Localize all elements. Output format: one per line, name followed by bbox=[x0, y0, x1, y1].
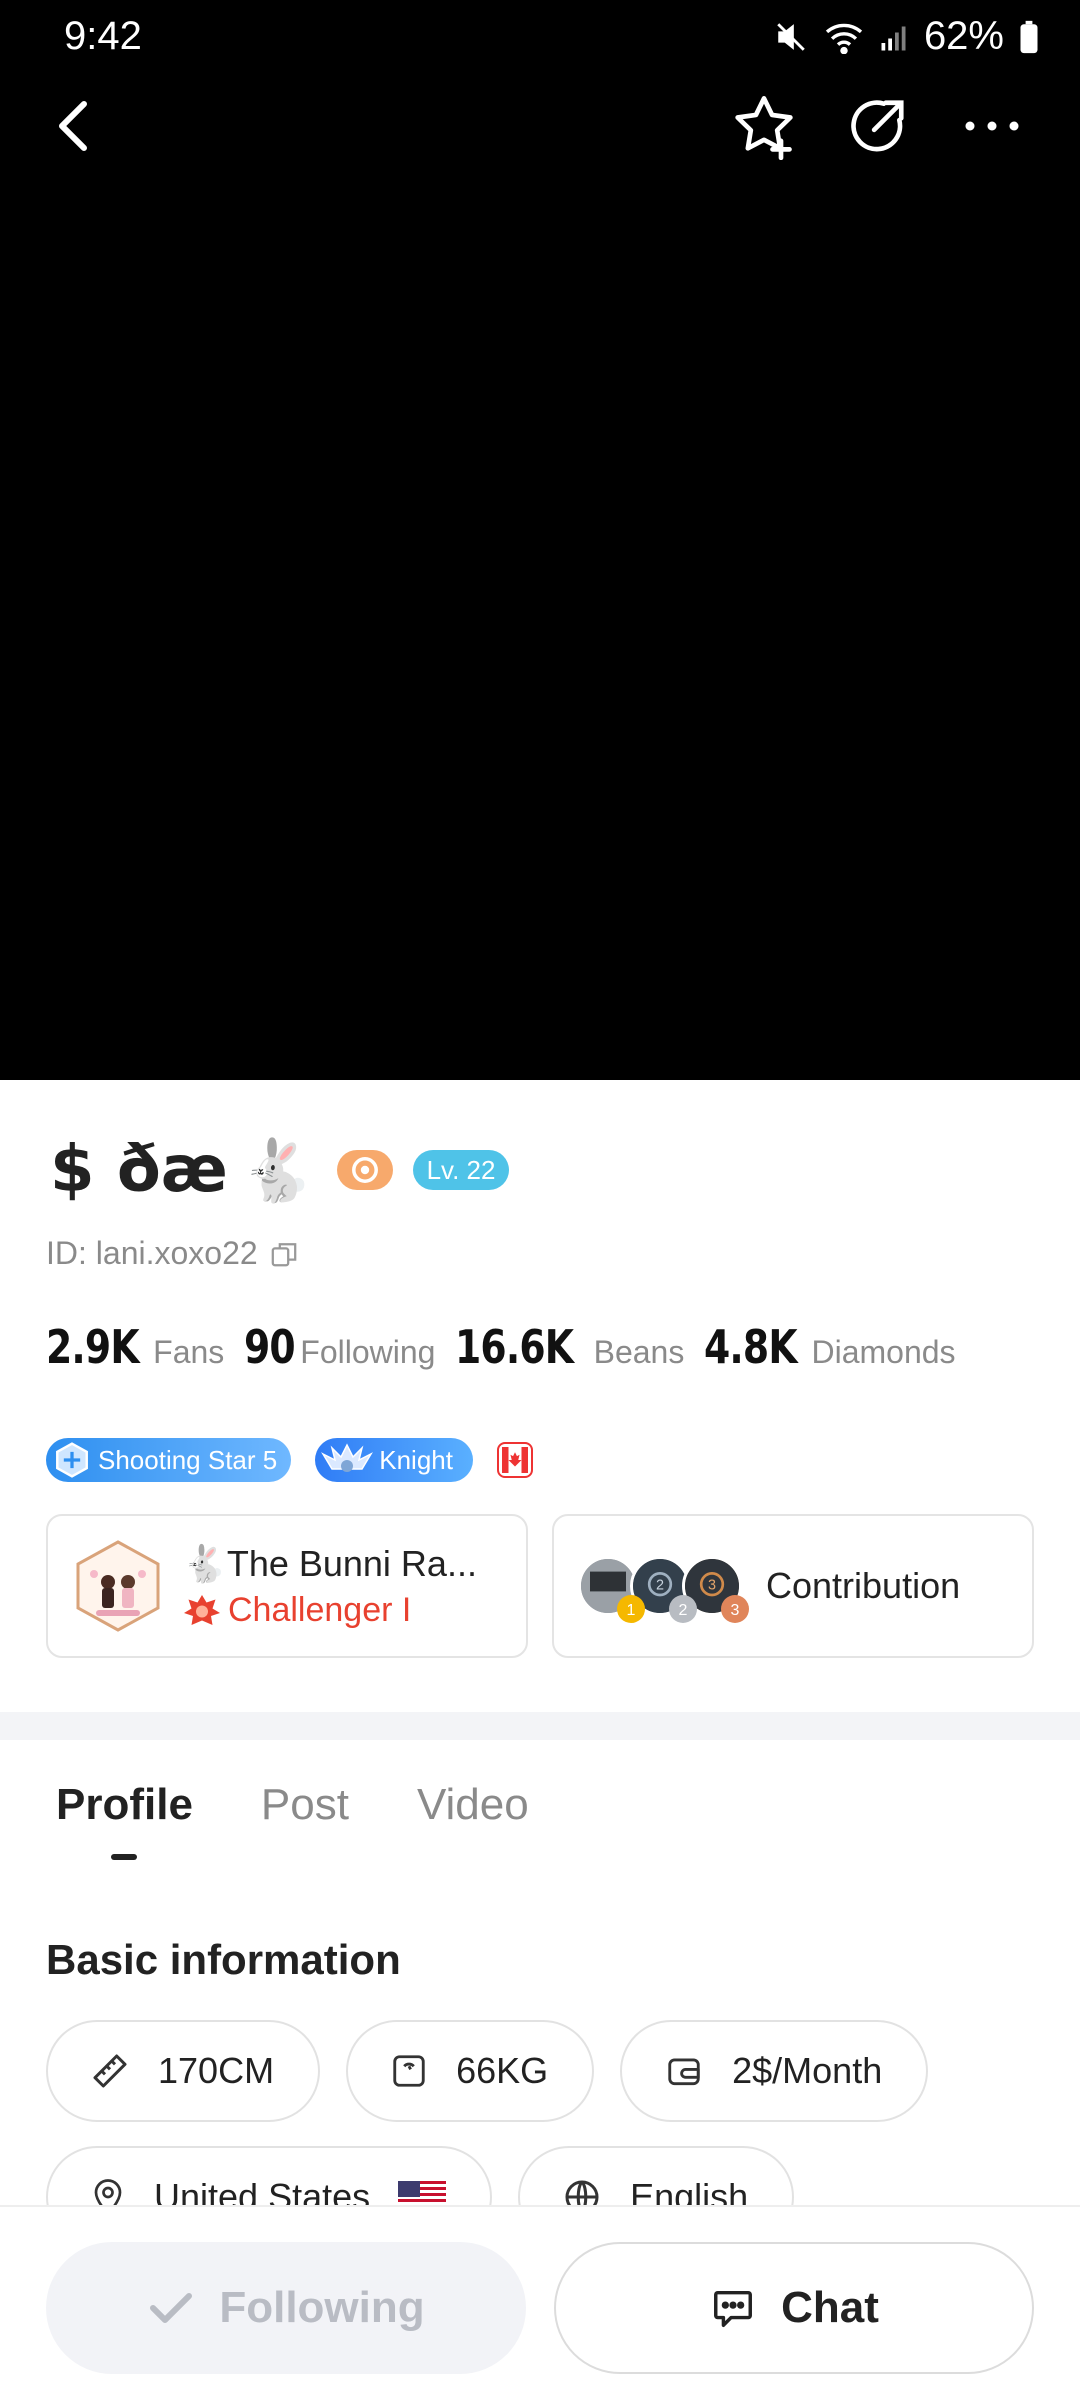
rank-1-medal-icon: 1 bbox=[617, 1595, 645, 1623]
copy-icon[interactable] bbox=[270, 1240, 298, 1268]
profile-emoji: 🐇 bbox=[239, 1136, 315, 1204]
star-plus-icon bbox=[735, 96, 793, 160]
svg-text:2: 2 bbox=[679, 1602, 688, 1619]
profile-tabs: Profile Post Video bbox=[56, 1780, 529, 1830]
profile-id: ID: lani.xoxo22 bbox=[46, 1235, 258, 1271]
status-time: 9:42 bbox=[64, 14, 142, 58]
shooting-star-icon bbox=[56, 1442, 88, 1478]
tab-profile[interactable]: Profile bbox=[56, 1780, 193, 1830]
ruler-icon bbox=[93, 2054, 127, 2088]
stat-diamonds-value[interactable]: 4.8K bbox=[704, 1320, 798, 1374]
family-rank: Challenger I bbox=[228, 1590, 412, 1629]
more-options-button[interactable] bbox=[952, 86, 1032, 166]
knight-helmet-icon bbox=[321, 1443, 374, 1472]
stats-row: 2.9K Fans 90 Following 16.6K Beans 4.8K … bbox=[46, 1320, 976, 1374]
canada-flag-icon bbox=[496, 1442, 533, 1478]
scale-icon bbox=[393, 2055, 425, 2087]
stat-following-label[interactable]: Following bbox=[300, 1334, 435, 1371]
status-badge-icon bbox=[336, 1150, 393, 1190]
more-dots-icon bbox=[965, 121, 1019, 131]
rank-3-medal-icon: 3 bbox=[721, 1595, 749, 1623]
chat-button-label: Chat bbox=[781, 2283, 879, 2332]
height-chip: 170CM bbox=[46, 2020, 321, 2122]
wifi-icon bbox=[825, 23, 863, 54]
stat-diamonds-label[interactable]: Diamonds bbox=[811, 1334, 955, 1371]
shooting-star-label: Shooting Star 5 bbox=[98, 1444, 278, 1475]
chat-bubble-icon bbox=[714, 2290, 753, 2327]
wallet-icon bbox=[668, 2058, 700, 2086]
basic-info-title: Basic information bbox=[46, 1936, 401, 1983]
checkmark-icon bbox=[150, 2293, 193, 2323]
following-button-label: Following bbox=[219, 2283, 425, 2332]
contribution-card[interactable]: 2 3 1 2 3 Contribution bbox=[552, 1514, 1034, 1658]
stat-beans-value[interactable]: 16.6K bbox=[455, 1320, 574, 1374]
contribution-label: Contribution bbox=[766, 1565, 961, 1606]
status-icons: 62% bbox=[774, 14, 1040, 59]
challenger-rank-icon bbox=[184, 1595, 220, 1625]
back-button[interactable] bbox=[34, 86, 114, 166]
mute-icon bbox=[777, 22, 805, 51]
knight-badge[interactable]: Knight bbox=[315, 1438, 473, 1482]
share-button[interactable] bbox=[838, 86, 918, 166]
family-card[interactable]: 🐇The Bunni Ra... Challenger I bbox=[46, 1514, 528, 1658]
weight-chip: 66KG bbox=[346, 2020, 595, 2122]
badge-row: Shooting Star 5 Knight bbox=[46, 1438, 533, 1482]
top-navigation bbox=[0, 86, 1080, 166]
following-button[interactable]: Following bbox=[46, 2242, 526, 2374]
tab-post[interactable]: Post bbox=[261, 1780, 349, 1830]
level-badge: Lv. 22 bbox=[412, 1150, 510, 1190]
height-value: 170CM bbox=[158, 2050, 275, 2091]
svg-text:3: 3 bbox=[731, 1602, 740, 1619]
section-divider bbox=[0, 1712, 1080, 1740]
tab-video[interactable]: Video bbox=[417, 1780, 529, 1830]
profile-name: $ ðæ bbox=[50, 1133, 228, 1207]
battery-percent: 62% bbox=[923, 14, 1004, 58]
family-avatar bbox=[76, 1540, 160, 1632]
rank-2-medal-icon: 2 bbox=[669, 1595, 697, 1623]
battery-icon bbox=[1020, 20, 1038, 53]
profile-id-row: ID: lani.xoxo22 bbox=[46, 1235, 298, 1272]
signal-icon bbox=[881, 26, 906, 50]
knight-label: Knight bbox=[379, 1444, 453, 1475]
contribution-avatars: 2 3 1 2 3 bbox=[578, 1546, 749, 1626]
svg-text:2: 2 bbox=[656, 1578, 664, 1594]
stat-fans-label[interactable]: Fans bbox=[153, 1334, 224, 1371]
family-info: 🐇The Bunni Ra... Challenger I bbox=[182, 1543, 477, 1630]
family-rank-row: Challenger I bbox=[182, 1591, 477, 1630]
family-name: 🐇The Bunni Ra... bbox=[182, 1542, 477, 1584]
svg-text:1: 1 bbox=[627, 1602, 636, 1619]
stat-following-value[interactable]: 90 bbox=[244, 1320, 296, 1374]
back-arrow-icon bbox=[59, 101, 87, 151]
status-bar: 9:42 62% bbox=[0, 0, 1080, 72]
svg-text:3: 3 bbox=[708, 1578, 716, 1594]
cards-row: 🐇The Bunni Ra... Challenger I 2 3 1 2 3 … bbox=[46, 1514, 1034, 1658]
price-chip: 2$/Month bbox=[620, 2020, 929, 2122]
chip-row: 170CM 66KG 2$/Month bbox=[46, 2020, 1046, 2122]
price-value: 2$/Month bbox=[732, 2050, 883, 2091]
weight-value: 66KG bbox=[456, 2050, 549, 2091]
add-favorite-button[interactable] bbox=[724, 86, 804, 166]
chat-button[interactable]: Chat bbox=[554, 2242, 1034, 2374]
bottom-action-bar: Following Chat bbox=[0, 2205, 1080, 2408]
share-icon bbox=[851, 100, 904, 152]
stat-beans-label[interactable]: Beans bbox=[594, 1334, 685, 1371]
profile-name-row: $ ðæ 🐇 Lv. 22 bbox=[50, 1130, 510, 1210]
shooting-star-badge[interactable]: Shooting Star 5 bbox=[46, 1438, 292, 1482]
stat-fans-value[interactable]: 2.9K bbox=[46, 1320, 140, 1374]
